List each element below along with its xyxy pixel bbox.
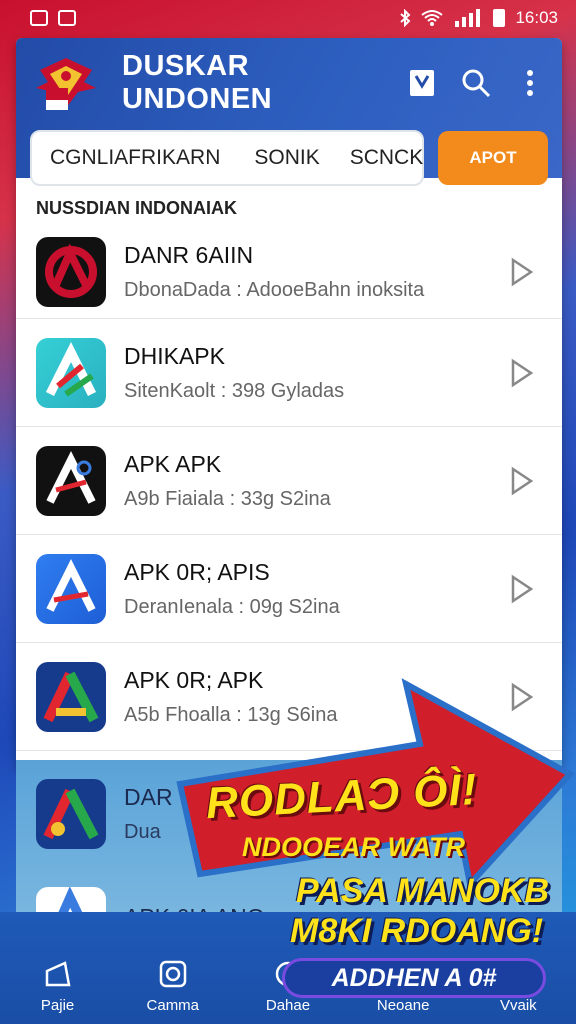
search-input[interactable]: CGNLIAFRIKARN SOΝIK SCNCK <box>30 130 424 186</box>
promo-cta-button[interactable]: ADDHEN A 0# <box>282 958 546 998</box>
bookmark-button[interactable] <box>404 65 440 101</box>
camera-icon <box>159 960 187 988</box>
open-button[interactable] <box>502 353 542 393</box>
notification-icons <box>30 10 76 26</box>
app-description: SitenKaolt : 398 Gyladas <box>124 379 345 402</box>
search-token: CGNLIAFRIKARN <box>50 146 221 169</box>
play-arrow-icon <box>511 574 534 603</box>
nav-label: Vvaik <box>500 997 537 1014</box>
app-description: DeranIenala : 09g S2ina <box>124 595 340 618</box>
home-icon <box>45 961 71 987</box>
app-icon <box>36 445 106 516</box>
promo-line: PASA MANOKB <box>296 872 550 910</box>
list-item[interactable]: APK APK A9b Fiaiala : 33g S2ina <box>16 427 562 535</box>
app-icon <box>36 779 106 849</box>
garuda-logo-icon <box>30 52 102 114</box>
app-name: DANR 6AIIN <box>124 241 254 268</box>
play-arrow-icon <box>511 466 534 495</box>
nav-item-camera[interactable]: Camma <box>123 959 223 1014</box>
more-vertical-icon <box>527 70 533 96</box>
app-header: DUSKAR UNDONEN CGNLIAFRIKARN SOΝIK SCNCK… <box>16 38 562 186</box>
open-button[interactable] <box>502 252 542 292</box>
notification-icon <box>30 10 48 26</box>
search-submit-button[interactable]: ΑΡΟΤ <box>438 131 548 185</box>
status-right: 16:03 <box>399 8 558 28</box>
battery-icon <box>493 9 506 27</box>
app-name: APK APK <box>124 450 222 477</box>
more-menu-button[interactable] <box>512 65 548 101</box>
play-arrow-icon <box>511 257 534 286</box>
open-button[interactable] <box>502 461 542 501</box>
search-button-icon[interactable] <box>458 65 494 101</box>
nav-label: Camma <box>146 997 200 1014</box>
bookmark-icon <box>410 70 434 96</box>
nav-item-home[interactable]: Pajie <box>8 959 108 1014</box>
search-token: SCNCK <box>349 146 424 169</box>
app-title: DUSKAR UNDONEN <box>122 50 273 115</box>
app-list: DANR 6AIIN DbonaDada : AdooeBahn inoksit… <box>16 225 562 751</box>
nav-label: Dahae <box>265 997 311 1014</box>
status-bar: 16:03 <box>0 0 576 36</box>
app-card: DUSKAR UNDONEN CGNLIAFRIKARN SOΝIK SCNCK… <box>16 38 562 768</box>
list-item[interactable]: DHIKAPK SitenKaolt : 398 Gyladas <box>16 319 562 427</box>
wifi-icon <box>421 10 444 26</box>
app-icon <box>36 337 106 408</box>
search-icon <box>462 69 491 98</box>
app-description: DbonaDada : AdooeBahn inoksita <box>124 278 425 301</box>
search-token: SOΝIK <box>254 146 320 169</box>
app-name: APK 0R; APIS <box>124 558 270 585</box>
promo-line: M8KI RDOANG! <box>290 912 544 950</box>
clock: 16:03 <box>515 8 558 27</box>
signal-icon <box>455 9 481 27</box>
app-icon <box>36 661 106 732</box>
promo-subtitle: NDOOEAR WATR <box>242 832 465 862</box>
play-arrow-icon <box>511 358 534 387</box>
list-item[interactable]: DANR 6AIIN DbonaDada : AdooeBahn inoksit… <box>16 225 562 319</box>
app-description: A9b Fiaiala : 33g S2ina <box>124 487 331 510</box>
app-icon <box>36 553 106 624</box>
nav-label: Neoane <box>376 997 430 1014</box>
list-item[interactable]: APK 0R; APIS DeranIenala : 09g S2ina <box>16 535 562 643</box>
nav-label: Pajie <box>40 997 75 1014</box>
app-icon <box>36 236 106 307</box>
open-button[interactable] <box>502 569 542 609</box>
camera-notification-icon <box>58 10 76 26</box>
bluetooth-icon <box>400 9 411 27</box>
app-name: DHIKAPK <box>124 342 225 369</box>
